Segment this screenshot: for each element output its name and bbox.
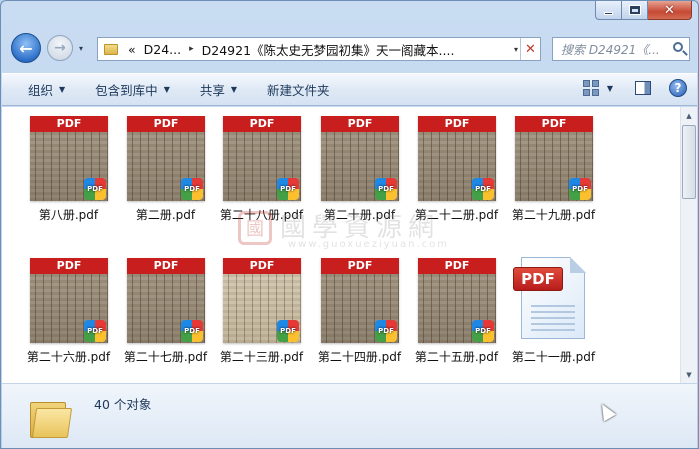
navigation-bar: ← → ▾ « D24... ▸ D24921《陈太史无梦园初集》天一阁藏本..… <box>9 33 690 65</box>
address-dropdown-icon[interactable]: ▾ <box>514 45 518 54</box>
pdf-reader-badge-icon: PDF <box>181 178 203 200</box>
file-item[interactable]: PDF 第二十一册.pdf <box>505 257 602 379</box>
file-item[interactable]: PDF PDF 第二十册.pdf <box>311 115 408 237</box>
close-icon: ✕ <box>664 2 675 18</box>
new-folder-label: 新建文件夹 <box>267 83 330 98</box>
pdf-band-label: PDF <box>127 258 205 274</box>
pdf-band-label: PDF <box>321 116 399 132</box>
search-icon[interactable] <box>673 42 683 52</box>
watermark-url: www.guoxueziyuan.com <box>288 239 449 250</box>
file-name: 第二十三册.pdf <box>219 350 304 364</box>
address-bar[interactable]: « D24... ▸ D24921《陈太史无梦园初集》天一阁藏本.... ▾ ✕ <box>97 37 541 61</box>
pdf-band-label: PDF <box>515 116 593 132</box>
pdf-reader-badge-icon: PDF <box>472 178 494 200</box>
file-item[interactable]: PDF PDF 第八册.pdf <box>20 115 117 237</box>
file-item[interactable]: PDF PDF 第二十七册.pdf <box>117 257 214 379</box>
window-controls: ✕ <box>595 1 692 21</box>
file-item[interactable]: PDF PDF 第二十四册.pdf <box>311 257 408 379</box>
pdf-reader-badge-icon: PDF <box>84 320 106 342</box>
chevron-down-icon: ▼ <box>230 85 238 94</box>
details-pane: 40 个对象 <box>2 383 697 448</box>
share-button[interactable]: 共享 ▼ <box>200 80 237 99</box>
include-in-library-button[interactable]: 包含到库中 ▼ <box>95 80 170 99</box>
scroll-up-icon[interactable]: ▲ <box>681 107 697 124</box>
file-name: 第二十六册.pdf <box>26 350 111 364</box>
scroll-down-icon[interactable]: ▼ <box>681 366 697 383</box>
pdf-file-icon: PDF <box>513 257 593 343</box>
pdf-band-label: PDF <box>418 116 496 132</box>
minimize-icon <box>604 11 613 15</box>
command-bar: 组织 ▼ 包含到库中 ▼ 共享 ▼ 新建文件夹 ▼ ? <box>2 73 697 106</box>
maximize-button[interactable] <box>622 1 648 20</box>
pdf-band-label: PDF <box>30 258 108 274</box>
pdf-reader-badge-icon: PDF <box>277 320 299 342</box>
pdf-band-label: PDF <box>223 258 301 274</box>
organize-button[interactable]: 组织 ▼ <box>28 80 65 99</box>
include-in-library-label: 包含到库中 <box>95 83 158 98</box>
pdf-reader-badge-icon: PDF <box>277 178 299 200</box>
pdf-tag: PDF <box>513 267 563 291</box>
file-name: 第二十九册.pdf <box>511 208 596 222</box>
new-folder-button[interactable]: 新建文件夹 <box>267 80 330 99</box>
breadcrumb-item-parent[interactable]: D24... <box>140 42 185 57</box>
minimize-button[interactable] <box>595 1 622 20</box>
breadcrumb-separator-icon[interactable]: ▸ <box>185 44 198 54</box>
recent-pages-dropdown[interactable]: ▾ <box>79 44 83 53</box>
file-item[interactable]: PDF PDF 第二十六册.pdf <box>20 257 117 379</box>
back-button[interactable]: ← <box>11 33 41 63</box>
vertical-scrollbar[interactable]: ▲ ▼ <box>680 107 697 383</box>
search-placeholder: 搜索 D24921《... <box>561 42 660 57</box>
file-name: 第二册.pdf <box>135 208 196 222</box>
item-count: 40 个对象 <box>94 397 152 412</box>
chevron-down-icon: ▼ <box>59 85 66 94</box>
pdf-reader-badge-icon: PDF <box>472 320 494 342</box>
toolbar-right-group: ▼ ? <box>582 79 687 97</box>
pdf-reader-badge-icon: PDF <box>375 178 397 200</box>
forward-button[interactable]: → <box>47 35 73 61</box>
file-item[interactable]: PDF PDF 第二十五册.pdf <box>408 257 505 379</box>
file-name: 第八册.pdf <box>38 208 99 222</box>
pdf-reader-badge-icon: PDF <box>84 178 106 200</box>
explorer-window: ✕ ← → ▾ « D24... ▸ D24921《陈太史无梦园初集》天一阁藏本… <box>0 0 699 449</box>
pdf-band-label: PDF <box>418 258 496 274</box>
help-icon[interactable]: ? <box>669 79 687 97</box>
pdf-band-label: PDF <box>223 116 301 132</box>
file-name: 第二十一册.pdf <box>511 350 596 364</box>
organize-label: 组织 <box>28 83 54 98</box>
change-view-icon[interactable] <box>582 80 599 96</box>
clear-address-button[interactable]: ✕ <box>520 38 540 60</box>
pdf-reader-badge-icon: PDF <box>569 178 591 200</box>
chevron-down-icon: ▼ <box>163 85 170 94</box>
file-item[interactable]: PDF PDF 第二十三册.pdf <box>213 257 310 379</box>
folder-icon <box>30 396 73 438</box>
file-item[interactable]: PDF PDF 第二十八册.pdf <box>213 115 310 237</box>
file-name: 第二十五册.pdf <box>414 350 499 364</box>
breadcrumb-overflow[interactable]: « <box>124 42 140 57</box>
maximize-icon <box>628 5 641 15</box>
view-options-dropdown[interactable]: ▼ <box>607 84 613 93</box>
scrollbar-thumb[interactable] <box>682 125 696 199</box>
pdf-band-label: PDF <box>127 116 205 132</box>
file-item[interactable]: PDF PDF 第二十九册.pdf <box>505 115 602 237</box>
pdf-band-label: PDF <box>30 116 108 132</box>
close-button[interactable]: ✕ <box>648 1 692 20</box>
breadcrumb-item-current[interactable]: D24921《陈太史无梦园初集》天一阁藏本.... <box>198 40 459 59</box>
back-arrow-icon: ← <box>19 38 33 58</box>
file-list-area: PDF PDF 第八册.pdf PDF PDF 第二册.pdf PDF PDF 第二十八册.pd… <box>2 107 697 383</box>
pdf-reader-badge-icon: PDF <box>181 320 203 342</box>
preview-pane-icon[interactable] <box>635 81 651 95</box>
search-input[interactable]: 搜索 D24921《... <box>552 37 690 61</box>
file-name: 第二十七册.pdf <box>123 350 208 364</box>
file-name: 第二十二册.pdf <box>414 208 499 222</box>
forward-arrow-icon: → <box>54 40 66 56</box>
pdf-band-label: PDF <box>321 258 399 274</box>
folder-icon <box>104 43 118 55</box>
file-name: 第二十四册.pdf <box>317 350 402 364</box>
file-name: 第二十八册.pdf <box>219 208 304 222</box>
file-item[interactable]: PDF PDF 第二册.pdf <box>117 115 214 237</box>
file-item[interactable]: PDF PDF 第二十二册.pdf <box>408 115 505 237</box>
pdf-reader-badge-icon: PDF <box>375 320 397 342</box>
file-name: 第二十册.pdf <box>323 208 396 222</box>
share-label: 共享 <box>199 83 225 98</box>
